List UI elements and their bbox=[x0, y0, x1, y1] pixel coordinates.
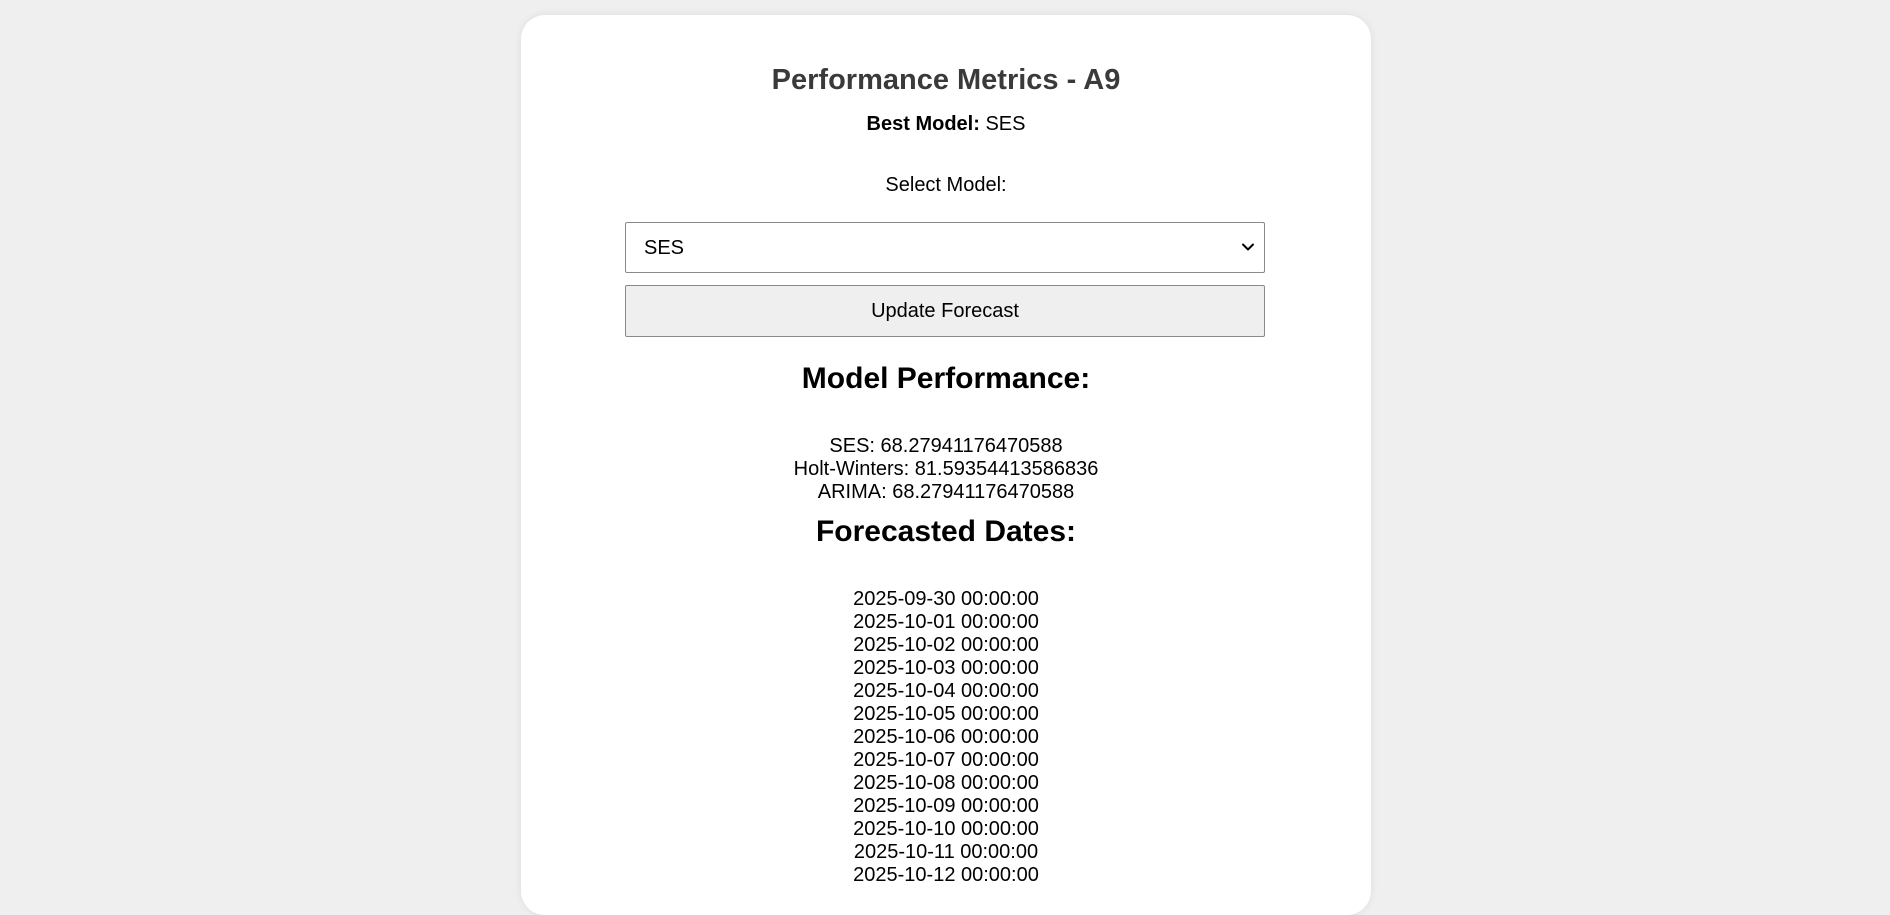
date-item: 2025-10-02 00:00:00 bbox=[853, 634, 1039, 656]
select-model-label: Select Model: bbox=[885, 174, 1007, 196]
best-model-value: SES bbox=[985, 113, 1026, 135]
metrics-card: Performance Metrics - A9 Best Model: SES… bbox=[521, 15, 1371, 915]
performance-item: ARIMA: 68.27941176470588 bbox=[817, 481, 1075, 503]
date-item: 2025-10-12 00:00:00 bbox=[853, 864, 1039, 886]
date-item: 2025-10-05 00:00:00 bbox=[853, 703, 1039, 725]
forecasted-dates-list: 2025-09-30 00:00:00 2025-10-01 00:00:00 … bbox=[521, 588, 1371, 887]
date-item: 2025-09-30 00:00:00 bbox=[853, 588, 1039, 610]
date-item: 2025-10-11 00:00:00 bbox=[853, 841, 1039, 863]
date-item: 2025-10-07 00:00:00 bbox=[853, 749, 1039, 771]
model-select-value: SES bbox=[644, 237, 685, 259]
model-performance-heading: Model Performance: bbox=[801, 362, 1091, 395]
date-item: 2025-10-09 00:00:00 bbox=[853, 795, 1039, 817]
chevron-down-icon bbox=[1242, 243, 1254, 251]
date-item: 2025-10-06 00:00:00 bbox=[853, 726, 1039, 748]
performance-list: SES: 68.27941176470588 Holt-Winters: 81.… bbox=[521, 435, 1371, 504]
date-item: 2025-10-10 00:00:00 bbox=[853, 818, 1039, 840]
date-item: 2025-10-08 00:00:00 bbox=[853, 772, 1039, 794]
performance-item: Holt-Winters: 81.59354413586836 bbox=[793, 458, 1099, 480]
model-select[interactable]: SES bbox=[625, 222, 1265, 273]
date-item: 2025-10-03 00:00:00 bbox=[853, 657, 1039, 679]
performance-item: SES: 68.27941176470588 bbox=[829, 435, 1063, 457]
forecasted-dates-heading: Forecasted Dates: bbox=[815, 515, 1077, 548]
best-model-label: Best Model: bbox=[866, 113, 980, 135]
page-title: Performance Metrics - A9 bbox=[771, 64, 1121, 96]
update-forecast-button[interactable]: Update Forecast bbox=[625, 285, 1265, 337]
date-item: 2025-10-01 00:00:00 bbox=[853, 611, 1039, 633]
best-model-line: Best Model: SES bbox=[521, 111, 1371, 137]
date-item: 2025-10-04 00:00:00 bbox=[853, 680, 1039, 702]
